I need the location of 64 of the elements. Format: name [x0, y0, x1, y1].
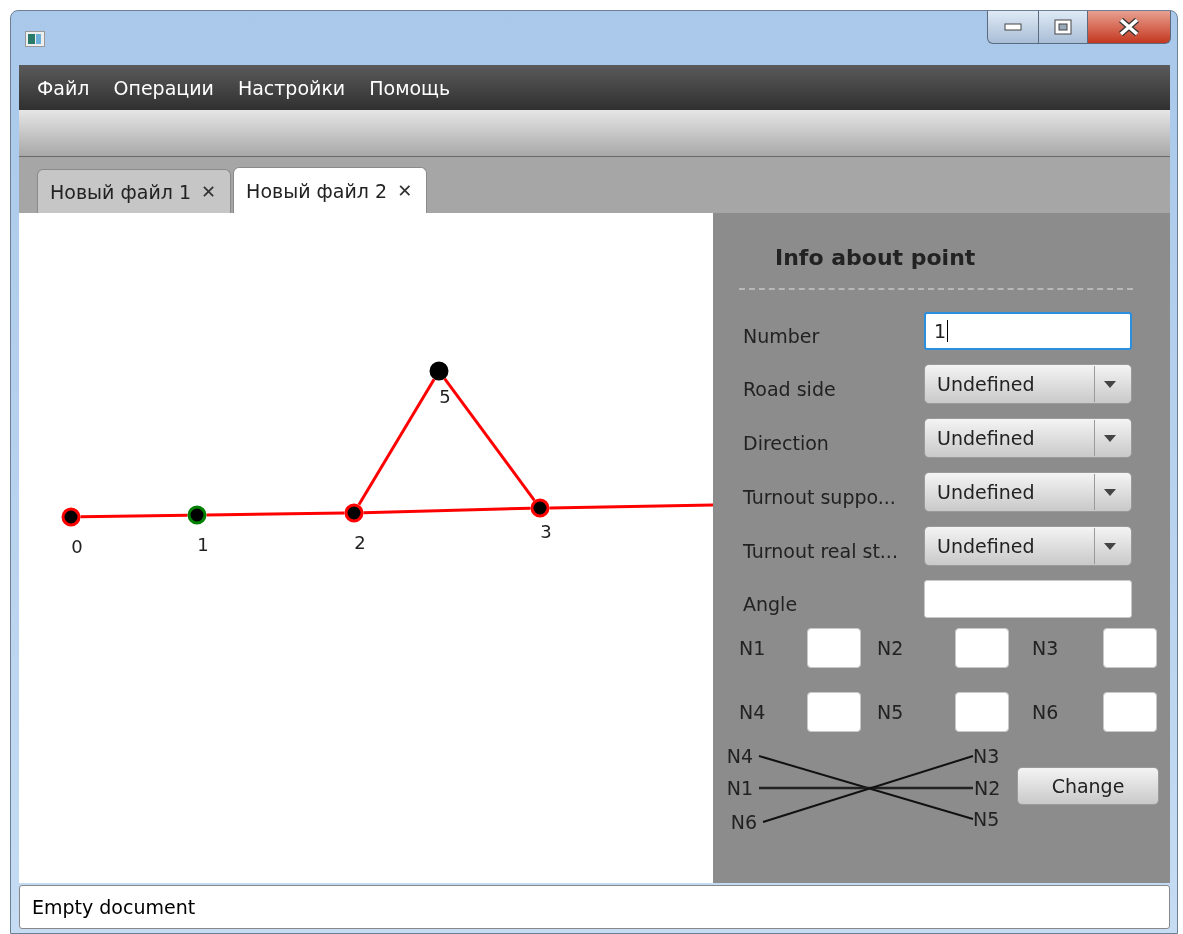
field-label: Turnout suppo... [742, 486, 897, 508]
dropdown[interactable]: Undefined [924, 472, 1132, 512]
menu-item[interactable]: Помощь [369, 76, 451, 99]
tab-title: Новый файл 2 [246, 179, 388, 202]
close-icon [1118, 18, 1140, 36]
node-label: 5 [439, 386, 451, 407]
status-bar: Empty document [19, 885, 1170, 929]
app-icon [25, 31, 45, 47]
neighbor-field[interactable] [807, 692, 861, 732]
field-label: Turnout real st... [742, 540, 899, 562]
scheme-label: N5 [973, 808, 1000, 830]
tab-title: Новый файл 1 [50, 180, 191, 203]
menu-item[interactable]: Операции [113, 76, 214, 99]
text-field[interactable] [924, 580, 1132, 618]
scheme-label: N6 [730, 811, 757, 833]
maximize-button[interactable] [1039, 11, 1088, 44]
field-label: Road side [742, 378, 837, 400]
scheme-label: N2 [974, 777, 1001, 799]
graph-node[interactable] [429, 361, 449, 381]
neighbor-label: N4 [739, 701, 767, 723]
caret-icon [1104, 488, 1116, 496]
node-label: 3 [540, 521, 552, 542]
neighbor-field[interactable] [1103, 692, 1157, 732]
node-label: 0 [71, 536, 83, 557]
graph-node[interactable] [61, 507, 81, 527]
caret-icon [1104, 380, 1116, 388]
tab[interactable]: Новый файл 1 ✕ [37, 169, 232, 213]
field-label: Direction [742, 432, 830, 454]
scheme-label: N4 [726, 745, 753, 767]
dropdown[interactable]: Undefined [924, 526, 1132, 566]
neighbor-label: N6 [1031, 701, 1060, 723]
close-button[interactable] [1088, 11, 1171, 44]
field-label: Angle [742, 593, 799, 615]
node-label: 2 [354, 532, 366, 553]
neighbor-label: N5 [876, 701, 905, 723]
graph-node[interactable] [344, 503, 364, 523]
neighbor-field[interactable] [1103, 628, 1157, 668]
minimize-button[interactable] [987, 11, 1039, 44]
menu-item[interactable]: Настройки [237, 76, 346, 99]
close-icon[interactable]: ✕ [397, 180, 413, 201]
neighbor-label: N3 [1031, 637, 1060, 659]
field-label: Number [742, 325, 821, 347]
neighbor-field[interactable] [807, 628, 861, 668]
scheme-label: N1 [726, 777, 753, 799]
minimize-icon [1004, 23, 1022, 31]
dropdown[interactable]: Undefined [924, 418, 1132, 458]
change-button[interactable]: Change [1017, 767, 1159, 805]
dropdown[interactable]: Undefined [924, 364, 1132, 404]
node-label: 1 [197, 534, 209, 555]
neighbor-field[interactable] [955, 628, 1009, 668]
tab[interactable]: Новый файл 2 ✕ [233, 167, 428, 213]
maximize-icon [1054, 19, 1072, 35]
neighbor-field[interactable] [955, 692, 1009, 732]
graph-node[interactable] [530, 498, 550, 518]
close-icon[interactable]: ✕ [201, 181, 217, 202]
caret-icon [1104, 434, 1116, 442]
panel-title: Info about point [775, 245, 977, 270]
neighbor-label: N2 [876, 637, 905, 659]
scheme-label: N3 [973, 745, 1000, 767]
caret-icon [1104, 542, 1116, 550]
text-field[interactable]: 1 [924, 312, 1132, 350]
menu-item[interactable]: Файл [37, 76, 90, 99]
neighbor-label: N1 [739, 637, 767, 659]
graph-node[interactable] [187, 505, 207, 525]
